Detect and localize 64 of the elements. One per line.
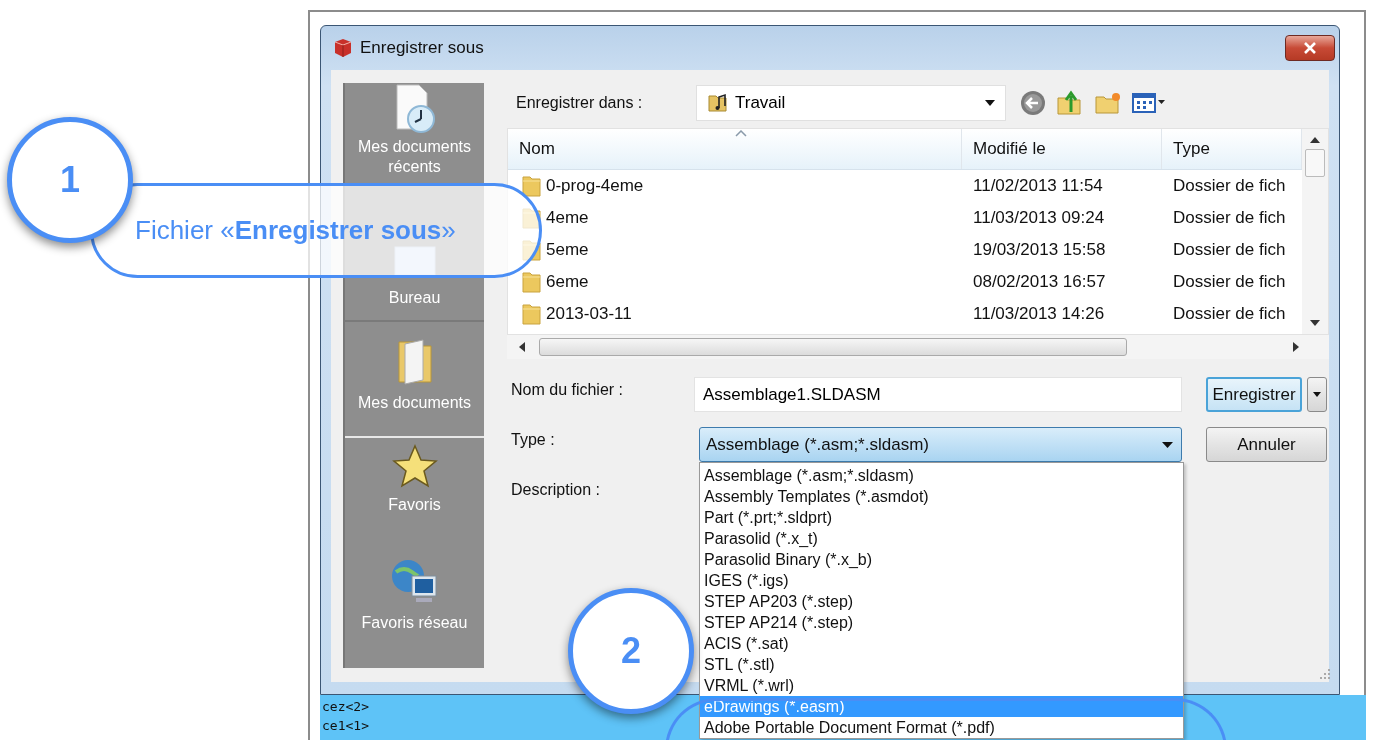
file-type-option[interactable]: Parasolid Binary (*.x_b)	[700, 549, 1183, 570]
step-number-badge: 1	[7, 117, 133, 243]
folder-icon	[522, 271, 542, 293]
modified-cell-text: 11/02/2013 11:54	[972, 175, 1104, 197]
file-type-option[interactable]: Part (*.prt;*.sldprt)	[700, 507, 1183, 528]
modified-cell-text: 11/03/2013 14:26	[972, 303, 1106, 325]
scroll-thumb[interactable]	[539, 338, 1127, 356]
file-type-option[interactable]: IGES (*.igs)	[700, 570, 1183, 591]
vertical-scrollbar[interactable]	[1302, 129, 1328, 334]
type-cell-text: Dossier de fich	[1172, 303, 1287, 325]
view-menu-icon[interactable]	[1132, 92, 1166, 114]
file-type-option[interactable]: STL (*.stl)	[700, 654, 1183, 675]
folder-icon	[522, 303, 542, 325]
type-cell-text: Dossier de fich	[1172, 207, 1287, 229]
scroll-left-arrow-icon[interactable]	[519, 342, 525, 352]
new-folder-icon[interactable]	[1094, 91, 1122, 115]
up-folder-icon[interactable]	[1056, 90, 1084, 116]
file-type-option[interactable]: Parasolid (*.x_t)	[700, 528, 1183, 549]
description-label: Description :	[510, 480, 601, 499]
save-options-button[interactable]	[1307, 377, 1327, 412]
type-label: Type :	[510, 430, 556, 449]
save-button[interactable]: Enregistrer	[1206, 377, 1302, 412]
horizontal-scrollbar[interactable]	[507, 335, 1329, 359]
close-icon	[1303, 42, 1317, 54]
file-name-field[interactable]: Assemblage1.SLDASM	[694, 377, 1182, 412]
cancel-button[interactable]: Annuler	[1206, 427, 1327, 462]
file-type-option[interactable]: STEP AP203 (*.step)	[700, 591, 1183, 612]
star-icon	[391, 444, 438, 488]
folder-icon	[522, 175, 542, 197]
scroll-down-arrow-icon[interactable]	[1310, 320, 1320, 326]
column-header[interactable]: Nom	[508, 129, 962, 169]
type-cell-text: Dossier de fich	[1172, 239, 1287, 261]
window-title: Enregistrer sous	[360, 38, 484, 58]
save-in-label: Enregistrer dans :	[515, 94, 644, 112]
modified-cell-text: 11/03/2013 09:24	[972, 207, 1106, 229]
scroll-right-arrow-icon[interactable]	[1293, 342, 1299, 352]
caret-icon	[1162, 441, 1173, 448]
file-type-option[interactable]: VRML (*.wrl)	[700, 675, 1183, 696]
file-type-dropdown[interactable]: Assemblage (*.asm;*.sldasm)	[699, 427, 1182, 462]
close-button[interactable]	[1285, 35, 1335, 61]
callout-tooltip: Fichier «Enregistrer sous»	[90, 183, 542, 278]
console-line: ce1<1>	[322, 717, 369, 735]
scroll-thumb[interactable]	[1305, 149, 1325, 177]
sort-caret-icon	[734, 130, 747, 137]
caret-icon	[985, 100, 995, 106]
save-in-dropdown[interactable]: Travail	[696, 85, 1006, 121]
console-line: cez<2>	[322, 698, 369, 716]
type-cell-text: Dossier de fich	[1172, 175, 1287, 197]
column-header[interactable]: Modifié le	[962, 129, 1162, 169]
modified-cell-text: 08/02/2013 16:57	[972, 271, 1107, 293]
file-type-option[interactable]: ACIS (*.sat)	[700, 633, 1183, 654]
file-type-option[interactable]: STEP AP214 (*.step)	[700, 612, 1183, 633]
file-type-option[interactable]: Adobe Portable Document Format (*.pdf)	[700, 717, 1183, 738]
modified-cell-text: 19/03/2013 15:58	[972, 239, 1107, 261]
file-type-option[interactable]: Assembly Templates (*.asmdot)	[700, 486, 1183, 507]
type-cell-text: Dossier de fich	[1172, 271, 1287, 293]
scroll-up-arrow-icon[interactable]	[1310, 137, 1320, 143]
file-name-label: Nom du fichier :	[510, 380, 625, 399]
file-type-option[interactable]: Assemblage (*.asm;*.sldasm)	[700, 465, 1183, 486]
caret-icon	[1313, 392, 1321, 397]
app-logo-icon	[332, 37, 354, 59]
resize-grip-icon[interactable]	[1319, 668, 1331, 680]
file-name-cell[interactable]: 2013-03-11	[508, 298, 962, 330]
music-folder-icon	[707, 92, 729, 114]
